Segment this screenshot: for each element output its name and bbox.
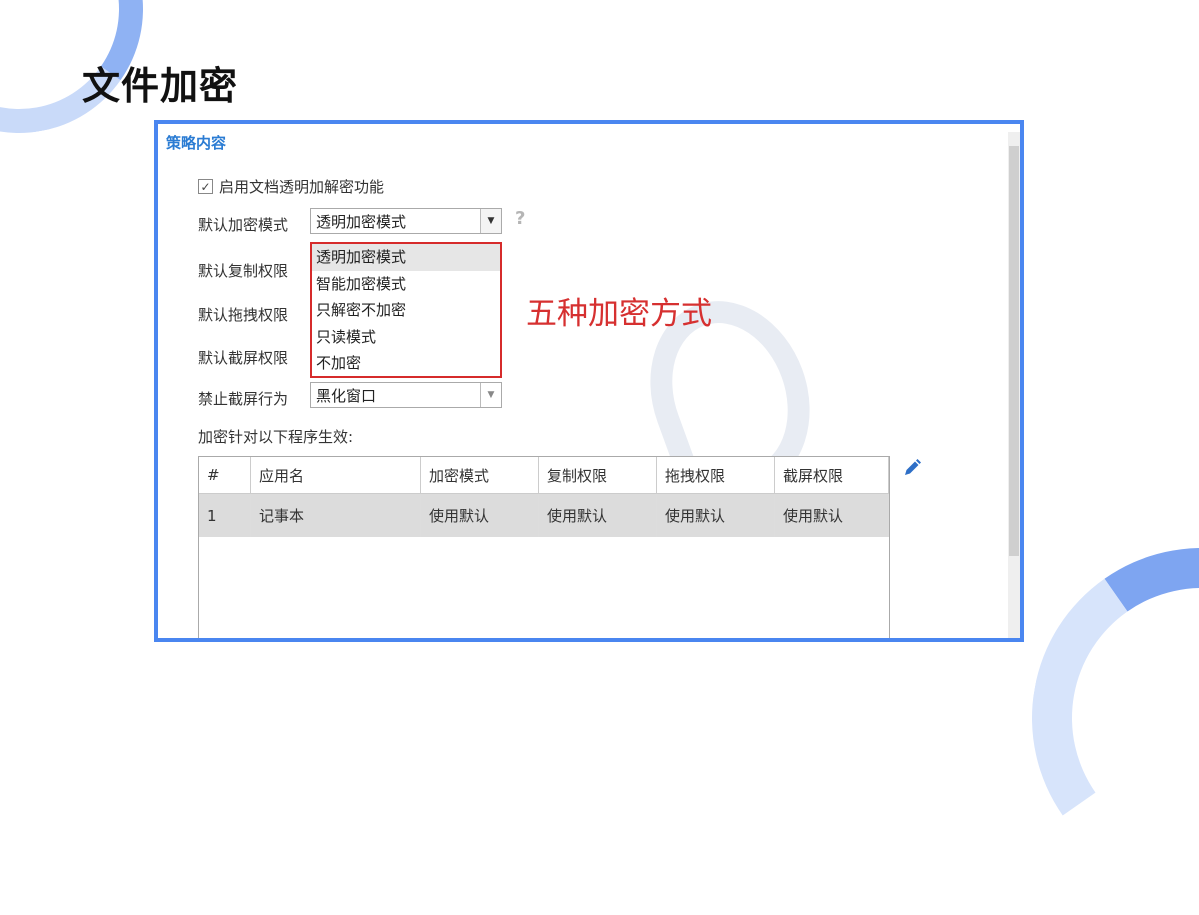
table-cell: 记事本 xyxy=(250,493,421,537)
default-copy-label: 默认复制权限 xyxy=(198,262,289,280)
column-header[interactable]: 截屏权限 xyxy=(774,457,889,494)
table-cell: 使用默认 xyxy=(538,493,657,537)
encrypt-mode-value: 透明加密模式 xyxy=(316,213,407,231)
callout-text: 五种加密方式 xyxy=(526,296,712,332)
scrollbar[interactable] xyxy=(1008,132,1020,638)
table-cell: 1 xyxy=(199,493,251,537)
table-header-row: # 应用名 加密模式 复制权限 拖拽权限 截屏权限 xyxy=(199,457,889,494)
apply-label: 加密针对以下程序生效: xyxy=(198,428,354,446)
default-encrypt-mode-label: 默认加密模式 xyxy=(198,216,289,234)
program-table: # 应用名 加密模式 复制权限 拖拽权限 截屏权限 1 记事本 使用默认 使用默… xyxy=(198,456,890,638)
table-cell: 使用默认 xyxy=(774,493,889,537)
column-header[interactable]: 应用名 xyxy=(250,457,421,494)
scrollbar-thumb[interactable] xyxy=(1009,146,1019,556)
section-title: 策略内容 xyxy=(166,134,227,152)
question-icon[interactable]: ? xyxy=(515,208,525,229)
page-title: 文件加密 xyxy=(82,64,239,108)
column-header[interactable]: 复制权限 xyxy=(538,457,657,494)
default-screenshot-label: 默认截屏权限 xyxy=(198,349,289,367)
decorative-arc-bottom-right xyxy=(1005,521,1199,915)
dropdown-option[interactable]: 透明加密模式 xyxy=(312,244,500,271)
column-header[interactable]: 拖拽权限 xyxy=(656,457,775,494)
column-header[interactable]: # xyxy=(199,457,251,494)
default-drag-label: 默认拖拽权限 xyxy=(198,306,289,324)
checkmark-icon[interactable]: ✓ xyxy=(198,179,213,194)
encrypt-mode-dropdown[interactable]: 透明加密模式 智能加密模式 只解密不加密 只读模式 不加密 xyxy=(310,242,502,378)
chevron-down-icon[interactable]: ▼ xyxy=(480,383,501,407)
forbid-screenshot-value: 黑化窗口 xyxy=(316,387,377,405)
forbid-screenshot-label: 禁止截屏行为 xyxy=(198,390,289,408)
table-cell: 使用默认 xyxy=(420,493,539,537)
forbid-screenshot-select[interactable]: 黑化窗口 ▼ xyxy=(310,382,502,408)
column-header[interactable]: 加密模式 xyxy=(420,457,539,494)
dropdown-option[interactable]: 只读模式 xyxy=(312,324,500,351)
enable-encryption-label: 启用文档透明加解密功能 xyxy=(219,178,385,196)
encrypt-mode-select[interactable]: 透明加密模式 ▼ xyxy=(310,208,502,234)
pencil-icon[interactable] xyxy=(902,458,922,478)
chevron-down-icon[interactable]: ▼ xyxy=(480,209,501,233)
dropdown-option[interactable]: 智能加密模式 xyxy=(312,271,500,298)
enable-encryption-checkbox[interactable]: ✓ 启用文档透明加解密功能 xyxy=(198,176,384,197)
table-cell: 使用默认 xyxy=(656,493,775,537)
dropdown-option[interactable]: 不加密 xyxy=(312,350,500,377)
policy-panel: 策略内容 ✓ 启用文档透明加解密功能 默认加密模式 透明加密模式 ▼ ? 默认复… xyxy=(154,120,1024,642)
table-row[interactable]: 1 记事本 使用默认 使用默认 使用默认 使用默认 xyxy=(199,493,889,537)
dropdown-option[interactable]: 只解密不加密 xyxy=(312,297,500,324)
